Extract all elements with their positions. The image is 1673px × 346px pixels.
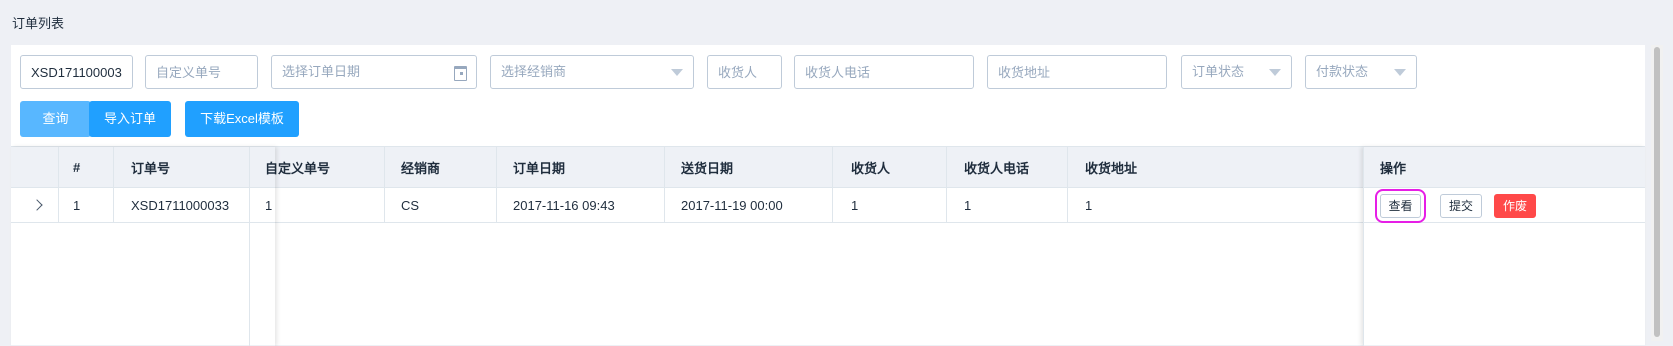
column-divider [249,147,250,346]
row-receiver: 1 [851,197,859,213]
table-header: # 订单号 自定义单号 经销商 订单日期 送货日期 收货人 收货人电话 收货地址… [11,147,1645,188]
page-title: 订单列表 [12,16,65,31]
order-date-picker[interactable]: 选择订单日期 [271,55,477,89]
column-divider [113,147,114,222]
chevron-right-icon[interactable] [31,199,43,211]
column-divider [496,147,497,222]
header-delivery-date: 送货日期 [681,160,734,176]
column-divider [1363,147,1364,346]
dealer-select[interactable]: 选择经销商 [490,55,694,89]
header-receiver-phone: 收货人电话 [964,160,1030,176]
header-expand [11,147,58,187]
row-delivery-date: 2017-11-19 00:00 [681,197,783,213]
column-divider [384,147,385,222]
view-button[interactable]: 查看 [1375,189,1426,223]
row-order-no: XSD1711000033 [131,197,230,213]
column-divider [664,147,665,222]
submit-button[interactable]: 提交 [1440,194,1482,218]
order-status-select[interactable]: 订单状态 [1181,55,1292,89]
row-actions: 查看 提交 作废 [1363,188,1645,223]
query-button[interactable]: 查询 [20,101,91,137]
table-row: 1 XSD1711000033 1 CS 2017-11-16 09:43 20… [11,188,1645,223]
import-orders-button[interactable]: 导入订单 [89,101,171,137]
header-order-no: 订单号 [131,160,171,176]
column-divider [832,147,833,222]
header-address: 收货地址 [1085,160,1138,176]
row-receiver-phone: 1 [964,197,972,213]
chevron-down-icon [1269,69,1281,76]
address-input[interactable] [987,55,1167,89]
header-actions: 操作 [1380,160,1407,176]
column-divider [58,147,59,222]
chevron-down-icon [1394,69,1406,76]
row-dealer: CS [401,197,420,213]
void-button[interactable]: 作废 [1494,194,1536,218]
orders-table: # 订单号 自定义单号 经销商 订单日期 送货日期 收货人 收货人电话 收货地址… [11,146,1645,346]
calendar-icon[interactable] [454,66,467,81]
chevron-down-icon [671,69,683,76]
order-no-input[interactable] [20,55,133,89]
order-list-panel: 选择订单日期 选择经销商 订单状态 付款状态 查询 导入订单 下载Excel模板… [11,45,1645,346]
header-custom-no: 自定义单号 [265,160,331,176]
order-status-placeholder: 订单状态 [1192,64,1245,79]
column-divider [1067,147,1068,222]
row-address: 1 [1085,197,1093,213]
dealer-placeholder: 选择经销商 [501,64,567,79]
column-divider [946,147,947,222]
download-excel-template-button[interactable]: 下载Excel模板 [185,101,299,137]
vertical-scrollbar[interactable] [1651,45,1663,341]
scrollbar-thumb[interactable] [1654,47,1660,337]
row-custom-no: 1 [265,197,273,213]
header-index: # [73,159,81,175]
receiver-phone-input[interactable] [794,55,974,89]
order-date-placeholder: 选择订单日期 [282,64,361,79]
payment-status-placeholder: 付款状态 [1316,64,1369,79]
row-index: 1 [73,197,81,213]
header-order-date: 订单日期 [513,160,566,176]
expand-row-toggle[interactable] [11,188,58,222]
header-receiver: 收货人 [851,160,891,176]
row-order-date: 2017-11-16 09:43 [513,197,615,213]
receiver-input[interactable] [707,55,782,89]
payment-status-select[interactable]: 付款状态 [1305,55,1417,89]
header-dealer: 经销商 [401,160,441,176]
custom-no-input[interactable] [145,55,258,89]
